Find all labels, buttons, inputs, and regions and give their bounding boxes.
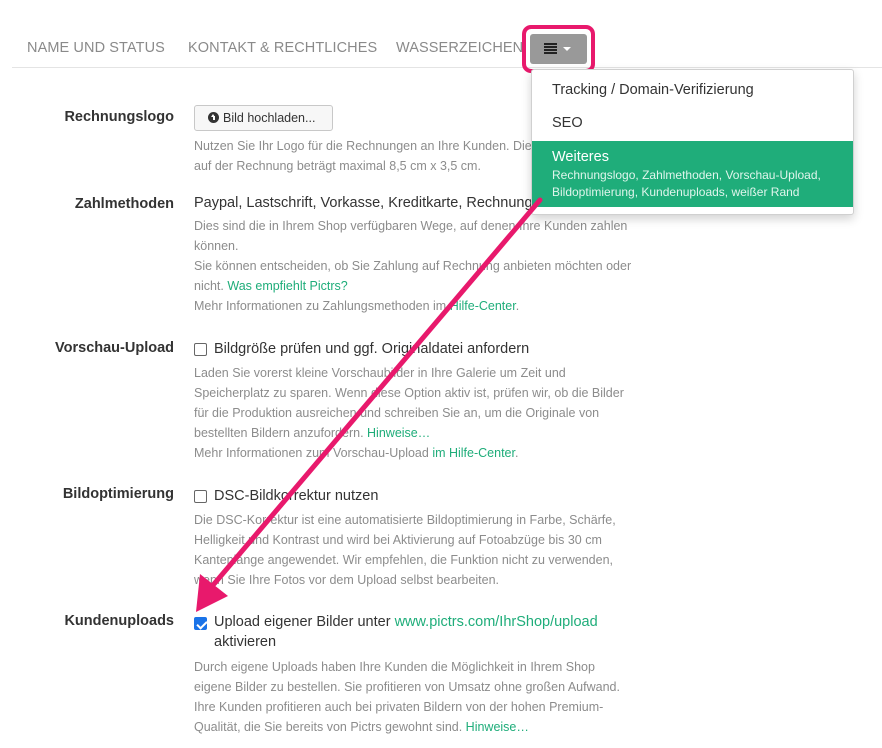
help-text: Mehr Informationen zum Vorschau-Upload i… [194, 443, 624, 463]
help-text: Laden Sie vorerst kleine Vorschaubilder … [194, 366, 566, 380]
upload-image-button-label: Bild hochladen... [223, 111, 316, 125]
checkbox-label-text: aktivieren [214, 634, 277, 650]
more-menu-dropdown: Tracking / Domain-Verifizierung SEO Weit… [531, 69, 854, 215]
kundenuploads-help: Durch eigene Uploads haben Ihre Kunden d… [194, 657, 620, 737]
tab-kontakt-rechtliches[interactable]: KONTAKT & RECHTLICHES [188, 40, 377, 56]
help-text: Nutzen Sie Ihr Logo für die Rechnungen a… [194, 139, 532, 153]
help-text: auf der Rechnung beträgt maximal 8,5 cm … [194, 159, 481, 173]
upload-url-link[interactable]: www.pictrs.com/IhrShop/upload [395, 614, 598, 630]
more-menu-button[interactable] [530, 34, 587, 64]
help-text: Qualität, die Sie bereits von Pictrs gew… [194, 717, 620, 737]
list-icon [544, 43, 557, 54]
menu-item-tracking[interactable]: Tracking / Domain-Verifizierung [532, 82, 853, 98]
menu-item-weiteres-desc-2: Bildoptimierung, Kundenuploads, weißer R… [552, 185, 800, 199]
help-text: Speicherplatz zu sparen. Wenn diese Opti… [194, 386, 624, 400]
rechnungslogo-help: Nutzen Sie Ihr Logo für die Rechnungen a… [194, 136, 532, 176]
kundenuploads-checkbox-label[interactable]: Upload eigener Bilder unter www.pictrs.c… [214, 612, 598, 652]
recommendation-link[interactable]: Was empfiehlt Pictrs? [227, 279, 347, 293]
bildoptimierung-help: Die DSC-Korrektur ist eine automatisiert… [194, 510, 616, 590]
tab-wasserzeichen[interactable]: WASSERZEICHEN [396, 40, 523, 56]
help-text: Durch eigene Uploads haben Ihre Kunden d… [194, 660, 595, 674]
kundenuploads-checkbox[interactable] [194, 617, 207, 630]
help-text: eigene Bilder zu bestellen. Sie profitie… [194, 680, 620, 694]
menu-item-weiteres-label: Weiteres [552, 149, 609, 165]
help-center-link[interactable]: Hilfe-Center [450, 299, 516, 313]
help-text: bestellten Bildern anzufordern. Hinweise… [194, 423, 624, 443]
upload-icon [208, 112, 219, 123]
vorschau-upload-help: Laden Sie vorerst kleine Vorschaubilder … [194, 363, 624, 463]
help-text: können. [194, 239, 239, 253]
help-text: Mehr Informationen zum Vorschau-Upload [194, 446, 433, 460]
bildoptimierung-checkbox[interactable] [194, 490, 207, 503]
help-center-link[interactable]: im Hilfe-Center [432, 446, 515, 460]
help-text: Mehr Informationen zu Zahlungsmethoden i… [194, 299, 450, 313]
checkbox-label-text: Upload eigener Bilder unter [214, 614, 395, 630]
hinweise-link[interactable]: Hinweise… [466, 720, 529, 734]
rechnungslogo-label: Rechnungslogo [64, 109, 174, 125]
help-text: Helligkeit und Kontrast und wird bei Akt… [194, 533, 602, 547]
help-text: Die DSC-Korrektur ist eine automatisiert… [194, 513, 616, 527]
help-text: Qualität, die Sie bereits von Pictrs gew… [194, 720, 466, 734]
help-text: Sie können entscheiden, ob Sie Zahlung a… [194, 259, 632, 273]
tab-name-und-status[interactable]: NAME UND STATUS [27, 40, 165, 56]
bildoptimierung-label: Bildoptimierung [62, 486, 174, 502]
help-text: nicht. [194, 279, 228, 293]
zahlmethoden-value: Paypal, Lastschrift, Vorkasse, Kreditkar… [194, 195, 533, 211]
help-text: Mehr Informationen zu Zahlungsmethoden i… [194, 296, 631, 316]
help-text: für die Produktion ausreichen und schrei… [194, 406, 600, 420]
zahlmethoden-help: Dies sind die in Ihrem Shop verfügbaren … [194, 216, 631, 316]
vorschau-upload-checkbox-label[interactable]: Bildgröße prüfen und ggf. Originaldatei … [214, 339, 529, 359]
menu-item-seo[interactable]: SEO [532, 115, 853, 131]
menu-button-highlight [522, 25, 595, 73]
help-text: . [514, 446, 519, 460]
help-text: Ihre Kunden profitieren auch bei private… [194, 700, 604, 714]
vorschau-upload-label: Vorschau-Upload [55, 340, 174, 356]
hinweise-link[interactable]: Hinweise… [367, 426, 430, 440]
help-text: nicht. Was empfiehlt Pictrs? [194, 276, 631, 296]
help-text: wenn Sie Ihre Fotos vor dem Upload selbs… [194, 573, 500, 587]
help-text: Kantenlänge angewendet. Wir empfehlen, d… [194, 553, 614, 567]
bildoptimierung-checkbox-label[interactable]: DSC-Bildkorrektur nutzen [214, 486, 378, 506]
caret-down-icon [563, 47, 571, 51]
zahlmethoden-label: Zahlmethoden [74, 196, 174, 212]
help-text: . [515, 299, 520, 313]
vorschau-upload-checkbox[interactable] [194, 343, 207, 356]
menu-item-weiteres[interactable]: Weiteres Rechnungslogo, Zahlmethoden, Vo… [532, 141, 853, 207]
menu-item-weiteres-desc-1: Rechnungslogo, Zahlmethoden, Vorschau-Up… [552, 168, 821, 182]
tab-bar: NAME UND STATUS KONTAKT & RECHTLICHES WA… [12, 26, 882, 68]
upload-image-button[interactable]: Bild hochladen... [194, 105, 333, 131]
kundenuploads-label: Kundenuploads [64, 613, 174, 629]
help-text: bestellten Bildern anzufordern. [194, 426, 368, 440]
help-text: Dies sind die in Ihrem Shop verfügbaren … [194, 219, 628, 233]
